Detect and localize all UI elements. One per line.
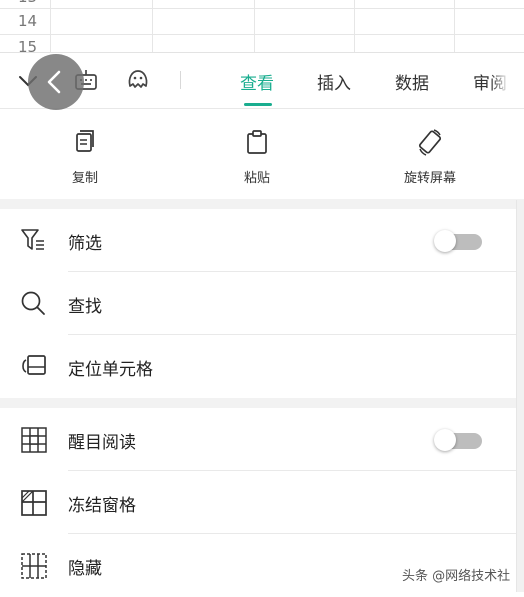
spreadsheet-grid[interactable]: 13 14 15 [0, 0, 524, 52]
goto-cell-row[interactable]: 定位单元格 [0, 335, 516, 398]
watermark-text: 头条 @网络技术社 [402, 569, 511, 584]
find-row[interactable]: 查找 [0, 272, 516, 335]
hide-icon [21, 553, 47, 579]
tab-data[interactable]: 数据 [395, 69, 429, 94]
copy-label: 复制 [71, 171, 98, 186]
reading-mode-icon [21, 427, 47, 453]
toolbar-divider [180, 71, 181, 89]
copy-icon [76, 130, 94, 152]
row-number: 15 [18, 38, 38, 52]
locate-cell-icon [22, 355, 46, 375]
rotate-screen-icon [418, 129, 442, 156]
tab-review[interactable]: 审阅 [473, 69, 509, 94]
chevron-left-icon [47, 70, 61, 94]
freeze-pane-label: 冻结窗格 [68, 496, 136, 516]
focus-read-label: 醒目阅读 [68, 433, 136, 453]
filter-label: 筛选 [68, 234, 102, 254]
tab-view[interactable]: 查看 [240, 69, 274, 94]
section-gap [0, 398, 524, 408]
filter-icon [21, 229, 44, 250]
section-gap [0, 199, 524, 209]
back-floating-button[interactable] [28, 54, 84, 110]
scrollbar[interactable] [516, 200, 524, 592]
active-tab-indicator [244, 103, 272, 106]
rotate-screen-button[interactable]: 旋转屏幕 [375, 109, 485, 199]
copy-button[interactable]: 复制 [30, 109, 140, 199]
goto-cell-label: 定位单元格 [68, 360, 153, 380]
focus-read-toggle[interactable] [434, 429, 484, 451]
quick-actions-row: 复制 粘贴 旋转屏幕 [0, 109, 524, 199]
search-icon [21, 291, 45, 315]
tab-insert[interactable]: 插入 [317, 69, 351, 94]
find-label: 查找 [68, 297, 102, 317]
emoji-icon[interactable] [126, 68, 150, 92]
clipboard-icon [247, 130, 267, 154]
freeze-pane-row[interactable]: 冻结窗格 [0, 471, 516, 534]
paste-label: 粘贴 [243, 171, 270, 186]
focus-read-row[interactable]: 醒目阅读 [0, 408, 516, 471]
row-number: 13 [18, 0, 37, 6]
filter-row[interactable]: 筛选 [0, 209, 516, 272]
hide-label: 隐藏 [68, 559, 102, 579]
row-number: 14 [18, 12, 38, 30]
filter-toggle[interactable] [434, 230, 484, 252]
paste-button[interactable]: 粘贴 [202, 109, 312, 199]
freeze-pane-icon [21, 490, 47, 516]
rotate-screen-label: 旋转屏幕 [403, 171, 456, 186]
